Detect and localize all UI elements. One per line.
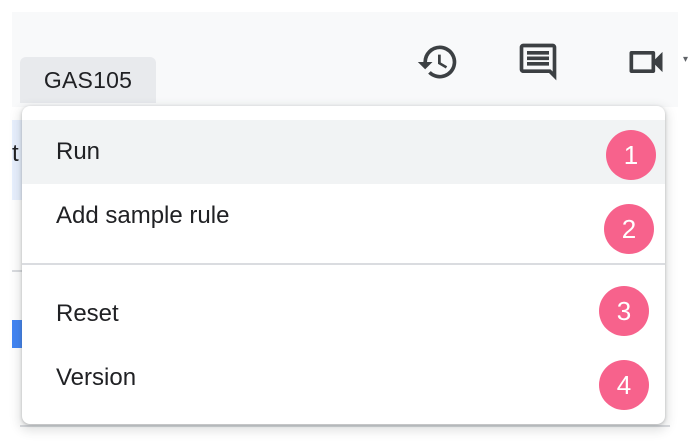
annotation-badge: 3	[599, 286, 649, 336]
background-divider	[12, 270, 22, 272]
menu-item-version[interactable]: Version	[22, 346, 665, 410]
menu-trigger[interactable]: GAS105	[20, 57, 156, 103]
annotation-badge: 4	[599, 360, 649, 410]
menu-item-add-sample-rule[interactable]: Add sample rule	[22, 184, 665, 248]
caret-icon[interactable]: ▾	[683, 55, 690, 65]
menu-item-label: Add sample rule	[56, 202, 230, 229]
annotation-badge: 2	[604, 204, 654, 254]
background-divider-bottom	[20, 425, 670, 427]
dropdown-menu: Run Add sample rule Reset Version	[22, 106, 665, 424]
menu-item-label: Reset	[56, 300, 119, 327]
comment-icon[interactable]	[512, 36, 564, 88]
menu-separator	[22, 263, 665, 265]
app-window: ▾ GAS105 t Run Add sample rule Reset Ver…	[0, 0, 690, 448]
menu-item-reset[interactable]: Reset	[22, 282, 665, 346]
annotation-badge: 1	[606, 130, 656, 180]
video-icon[interactable]	[620, 36, 672, 88]
history-icon[interactable]	[412, 36, 464, 88]
menu-item-label: Version	[56, 364, 137, 391]
menu-item-label: Run	[56, 138, 101, 165]
menu-item-run[interactable]: Run	[22, 120, 665, 184]
background-text: t	[12, 140, 19, 167]
